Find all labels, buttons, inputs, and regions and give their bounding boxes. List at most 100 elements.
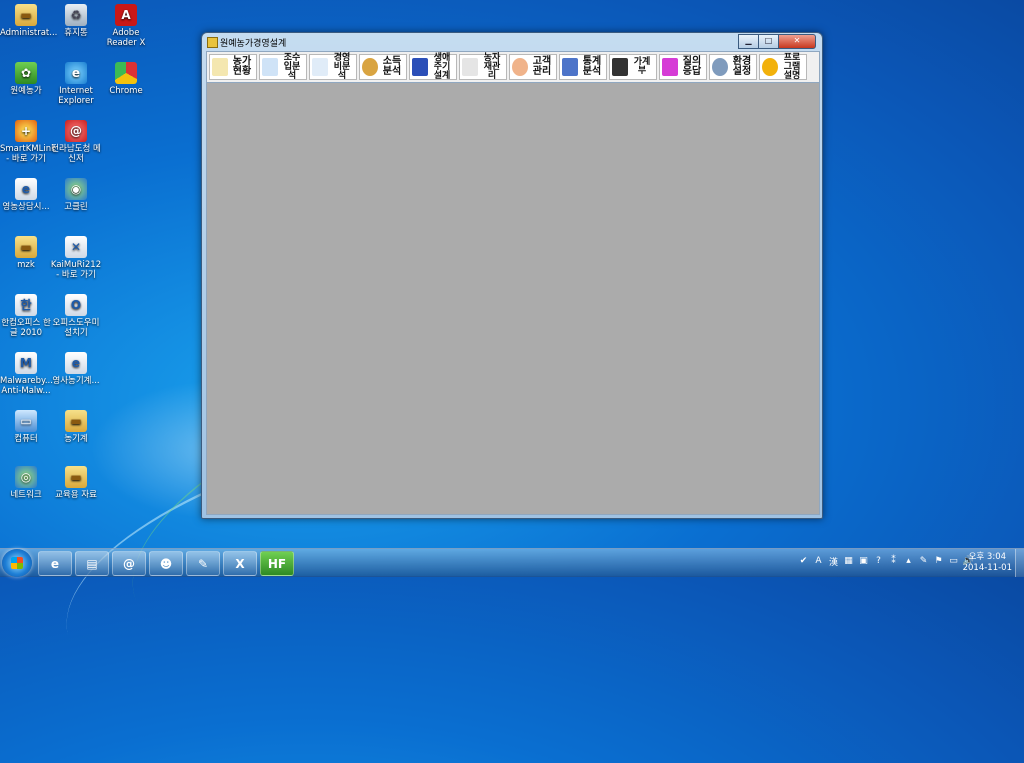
desktop-icon-messenger[interactable]: @ 전라남도청 메신저 [50, 120, 102, 164]
toolbar-button-settings[interactable]: 환경설정 [709, 54, 757, 80]
desktop-icon-consult[interactable]: e 영농상담시... [0, 178, 52, 212]
toolbar-button-statistics[interactable]: 통계분석 [559, 54, 607, 80]
chart-icon [262, 58, 278, 76]
windows-logo-icon [11, 557, 23, 569]
toolbar-button-label: 경영비분석 [333, 52, 351, 81]
desktop-icon-machinery-folder[interactable]: ▬ 농기계 [50, 410, 102, 444]
toolbar-button-label: 소득분석 [382, 56, 402, 77]
desktop-icon-adobe-reader[interactable]: A Adobe Reader X [100, 4, 152, 48]
pdf-icon: A [115, 4, 137, 26]
security-tray-icon[interactable]: ✔ [798, 555, 809, 567]
desktop-icon-goclean[interactable]: ◉ 고클린 [50, 178, 102, 212]
toolbar-button-label: 질의응답 [682, 56, 702, 77]
farm-icon [212, 58, 228, 76]
desktop-icon-wonye[interactable]: ✿ 원예농가 [0, 62, 52, 96]
desktop-icon-office-helper[interactable]: O 오피스도우미 설치기 [50, 294, 102, 338]
toolbar-button-label: 생애주기설계 [433, 52, 451, 81]
clock-date: 2014-11-01 [962, 563, 1012, 573]
toolbar-button-qa[interactable]: 질의응답 [659, 54, 707, 80]
window-controls: ▁ □ ✕ [738, 34, 816, 49]
desktop-icon-label: 휴지통 [64, 28, 88, 38]
desktop-icon-label: 원예농가 [10, 86, 42, 96]
start-button[interactable] [2, 549, 32, 577]
show-desktop-button[interactable] [1015, 549, 1024, 577]
desktop-icon-malwarebytes[interactable]: M Malwareby... Anti-Malw... [0, 352, 53, 396]
minimize-button[interactable]: ▁ [738, 34, 759, 49]
keyboard-icon[interactable]: ▦ [843, 555, 854, 567]
maximize-button[interactable]: □ [758, 34, 779, 49]
desktop-icon-label: 고클린 [64, 202, 88, 212]
folder-icon: ▬ [15, 4, 37, 26]
toolbar-button-label: 농가현황 [232, 56, 252, 77]
desktop-icon-smartkmlink[interactable]: + SmartKMLink - 바로 가기 [0, 120, 56, 164]
desktop-icon-label: 한컴오피스 한글 2010 [1, 318, 51, 338]
system-clock[interactable]: 오후 3:04 2014-11-01 [963, 552, 1012, 574]
toolbar-button-cost-analysis[interactable]: 경영비분석 [309, 52, 357, 81]
ie-taskbar-icon[interactable]: e [38, 551, 72, 576]
ime-options-icon[interactable]: ⁑ [888, 555, 899, 567]
system-tray: ✔ A 漢 ▦ ▣ ? ⁑ ▴ ✎ ⚑ ▭ 🔊 [798, 555, 974, 568]
hwp-icon: 한 [15, 294, 37, 316]
toolbar-button-gross-income[interactable]: 조수입분석 [259, 52, 307, 81]
network-tray-icon[interactable]: ▭ [948, 555, 959, 567]
toolbar-button-lifecycle[interactable]: 생애주기설계 [409, 52, 457, 81]
desktop-icon-label: Internet Explorer [58, 86, 94, 106]
shortcut-icon: e [15, 178, 37, 200]
action-center-flag-icon[interactable]: ⚑ [933, 555, 944, 567]
shortcut-taskbar-icon[interactable]: ✎ [186, 551, 220, 576]
desktop-icon-label: 오피스도우미 설치기 [52, 318, 100, 338]
pen-icon [312, 58, 328, 76]
shovel-icon [462, 58, 478, 76]
malwarebytes-icon: M [15, 352, 37, 374]
toolbar-button-customers[interactable]: 고객관리 [509, 54, 557, 80]
desktop-icon-internet-explorer[interactable]: e Internet Explorer [50, 62, 102, 106]
main-toolbar: 농가현황 조수입분석 경영비분석 소득분석 생애주기설계 농자재관리 고객관리 [206, 51, 820, 83]
toolbar-button-program-help[interactable]: 프로그램설명 [759, 53, 807, 80]
kaimuri-icon: ✕ [65, 236, 87, 258]
desktop-icon-label: KaiMuRi212 - 바로 가기 [50, 260, 102, 280]
desktop-icon-mzk[interactable]: ▬ mzk [0, 236, 52, 270]
desktop-icon-administrator[interactable]: ▬ Administrat... [0, 4, 57, 38]
toolbar-button-label: 조수입분석 [283, 52, 301, 81]
explorer-taskbar-icon[interactable]: ▤ [75, 551, 109, 576]
toolbar-button-farm-status[interactable]: 농가현황 [209, 54, 257, 80]
desktop-icon-label: 전라남도청 메신저 [51, 144, 101, 164]
hanja-icon[interactable]: 漢 [828, 555, 839, 568]
desktop-icon-machinery-shortcut[interactable]: e 영사농기계... [50, 352, 102, 386]
help-tray-icon[interactable]: ? [873, 555, 884, 567]
input-settings-icon[interactable]: ▣ [858, 555, 869, 567]
desktop-icon-label: mzk [17, 260, 35, 270]
network-icon: ◎ [15, 466, 37, 488]
desktop-icon-chrome[interactable]: Chrome [100, 62, 152, 96]
desktop-icon-education[interactable]: ▬ 교육용 자료 [50, 466, 102, 500]
window-titlebar[interactable]: 원예농가경영설계 ▁ □ ✕ [202, 33, 822, 51]
desktop-icon-recycle-bin[interactable]: ♻ 휴지통 [50, 4, 102, 38]
desktop-icon-kaimuri[interactable]: ✕ KaiMuRi212 - 바로 가기 [50, 236, 102, 280]
ime-mode-icon[interactable]: A [813, 555, 824, 567]
desktop-icon-hwp[interactable]: 한 한컴오피스 한글 2010 [0, 294, 52, 338]
desktop-icon-label: 컴퓨터 [14, 434, 38, 444]
toolbar-button-income-analysis[interactable]: 소득분석 [359, 54, 407, 80]
toolbar-button-household-ledger[interactable]: 가계부 [609, 54, 657, 80]
desktop-icon-network[interactable]: ◎ 네트워크 [0, 466, 52, 500]
gear-icon [712, 58, 728, 76]
desktop-icon-label: 교육용 자료 [55, 490, 97, 500]
excel-taskbar-icon[interactable]: X [223, 551, 257, 576]
app-title-icon [207, 37, 218, 48]
hf-taskbar-icon[interactable]: HF [260, 551, 294, 576]
pen-tray-icon[interactable]: ✎ [918, 555, 929, 567]
money-bag-icon [362, 58, 378, 76]
show-hidden-icons-icon[interactable]: ▴ [903, 555, 914, 567]
folder-icon: ▬ [15, 236, 37, 258]
penguin-taskbar-icon[interactable]: ☻ [149, 551, 183, 576]
messenger-taskbar-icon[interactable]: @ [112, 551, 146, 576]
app-icon: ✿ [15, 62, 37, 84]
toolbar-button-label: 고객관리 [532, 56, 552, 77]
books-icon [562, 58, 578, 76]
folder-icon: ▬ [65, 410, 87, 432]
desktop-icon-computer[interactable]: ▭ 컴퓨터 [0, 410, 52, 444]
toolbar-button-label: 통계분석 [582, 56, 602, 77]
desktop-icon-label: 네트워크 [10, 490, 42, 500]
toolbar-button-materials[interactable]: 농자재관리 [459, 53, 507, 80]
close-button[interactable]: ✕ [778, 34, 816, 49]
